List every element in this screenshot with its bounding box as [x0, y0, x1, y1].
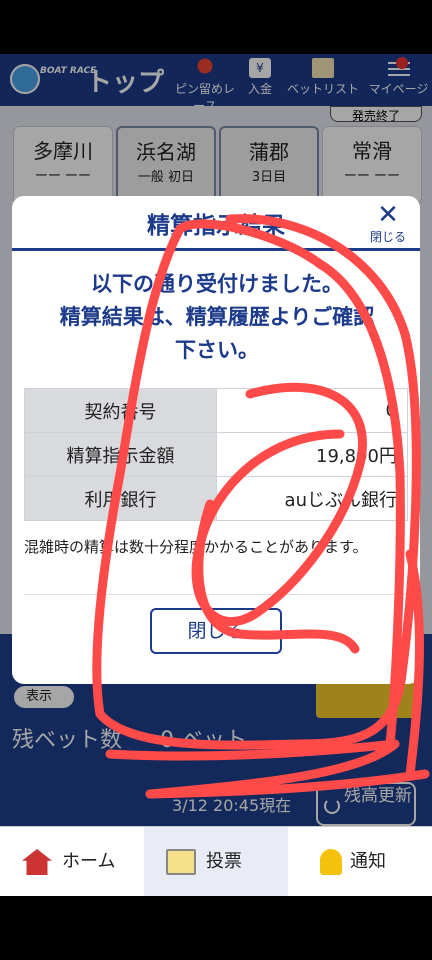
table-row: 利用銀行 auじぶん銀行 [24, 476, 408, 521]
dialog-close-x[interactable]: ✕ 閉じる [368, 202, 408, 245]
row-value: 19,890円 [216, 432, 408, 477]
close-button[interactable]: 閉じる [150, 608, 282, 654]
bottom-nav-home[interactable]: ホーム [0, 827, 144, 896]
row-label: 契約番号 [24, 388, 217, 433]
congestion-note: 混雑時の精算は数十分程度かかることがあります。 [24, 538, 368, 556]
settlement-result-dialog: 精算指示結果 ✕ 閉じる 以下の通り受付けました。 精算結果は、精算履歴よりご確… [12, 196, 420, 684]
table-row: 精算指示金額 19,890円 [24, 432, 408, 477]
result-message: 以下の通り受付けました。 精算結果は、精算履歴よりご確認 下さい。 [26, 268, 408, 367]
note-divider [24, 594, 408, 595]
row-value: auじぶん銀行 [216, 476, 408, 521]
settlement-info-table: 契約番号 0 精算指示金額 19,890円 利用銀行 auじぶん銀行 [24, 388, 408, 521]
message-line-2: 精算結果は、精算履歴よりご確認 [59, 305, 375, 329]
vote-label: 投票 [206, 851, 242, 872]
home-icon [22, 849, 52, 875]
row-label: 利用銀行 [24, 476, 217, 521]
table-row: 契約番号 0 [24, 388, 408, 433]
close-icon-label: 閉じる [369, 230, 406, 244]
dialog-title: 精算指示結果 [147, 213, 285, 239]
bottom-nav-notifications[interactable]: 通知 [288, 827, 432, 896]
home-label: ホーム [62, 851, 116, 872]
ticket-icon [166, 849, 196, 875]
row-label: 精算指示金額 [24, 432, 217, 477]
message-line-1: 以下の通り受付けました。 [91, 272, 343, 296]
app-screen: BOAT RACE トップ ピン留めレース ¥ 入金 ベットリスト マイページ … [0, 54, 432, 896]
notify-label: 通知 [350, 851, 386, 872]
row-value: 0 [216, 388, 408, 433]
close-icon: ✕ [377, 200, 399, 230]
message-line-3: 下さい。 [175, 338, 259, 362]
bottom-nav-vote[interactable]: 投票 [144, 827, 288, 896]
bell-icon [320, 849, 342, 875]
title-divider [12, 248, 420, 251]
bottom-navigation: ホーム 投票 通知 [0, 826, 432, 896]
system-navigation-bar [0, 896, 432, 960]
status-bar [0, 0, 432, 54]
